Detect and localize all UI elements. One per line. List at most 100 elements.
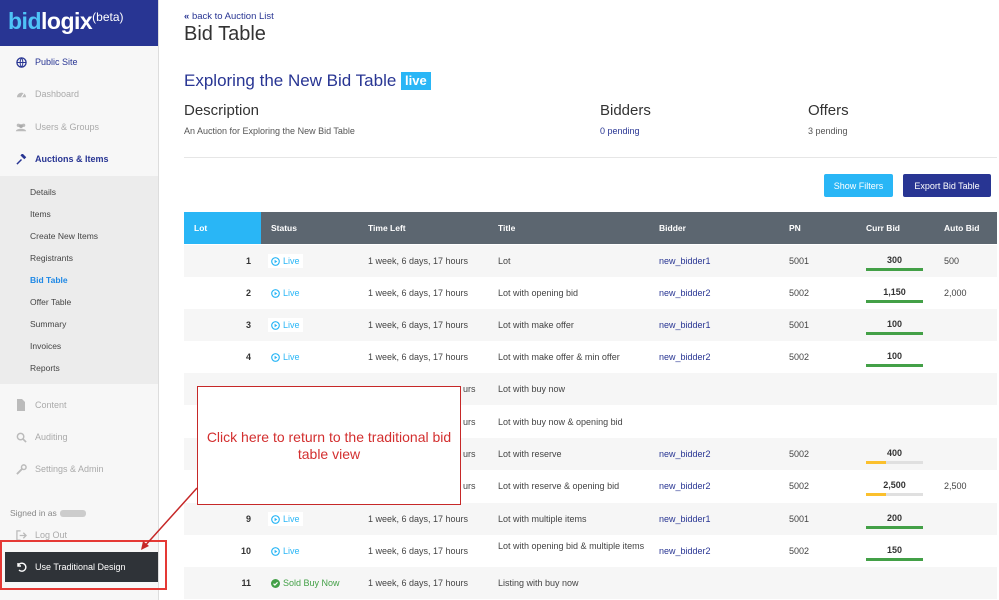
reserve-progress-fill [866, 526, 923, 529]
item-title: Lot with buy now [498, 384, 566, 394]
current-bid: 150 [886, 545, 903, 555]
callout-text: Click here to return to the traditional … [206, 428, 452, 462]
current-bid: 2,500 [883, 480, 906, 490]
sidebar-item-public-site[interactable]: Public Site [0, 51, 158, 73]
status-badge: Live [268, 286, 303, 300]
time-left: 1 week, 6 days, 17 hours [368, 546, 469, 556]
paddle-number: 5002 [789, 449, 810, 459]
page-title: Bid Table [184, 23, 266, 45]
back-to-auction-list-link[interactable]: « back to Auction List [184, 11, 274, 22]
table-row[interactable]: 9 Live 1 week, 6 days, 17 hours Lot with mu… [184, 503, 997, 535]
description-text: An Auction for Exploring the New Bid Tab… [184, 126, 355, 136]
column-header-title[interactable]: Title [498, 223, 515, 233]
sidebar-item-auditing[interactable]: Auditing [0, 426, 158, 448]
item-title: Lot with opening bid [498, 288, 579, 298]
status-text: Live [283, 288, 300, 298]
back-link-label: back to Auction List [191, 11, 274, 22]
submenu-invoices[interactable]: Invoices [30, 341, 61, 351]
current-bid: 300 [886, 255, 903, 265]
username-redacted [59, 510, 86, 518]
lot-number: 4 [245, 352, 251, 362]
time-left: 1 week, 6 days, 17 hours [368, 256, 469, 266]
time-left: 1 week, 6 days, 17 hours [368, 288, 469, 298]
play-circle-icon [271, 320, 280, 330]
sidebar-item-users-groups[interactable]: Users & Groups [0, 116, 158, 138]
reserve-progress-bar [866, 268, 923, 271]
reserve-progress-bar [866, 300, 923, 303]
search-icon [15, 431, 27, 443]
current-bid: 100 [886, 319, 903, 329]
bidder-link[interactable]: new_bidder2 [659, 449, 711, 459]
item-title: Listing with buy now [498, 578, 579, 588]
paddle-number: 5002 [789, 352, 810, 362]
bidder-link[interactable]: new_bidder1 [659, 514, 711, 524]
status-text: Sold Buy Now [283, 578, 340, 588]
reserve-progress-bar [866, 461, 923, 464]
check-circle-icon [271, 578, 280, 588]
bidder-link[interactable]: new_bidder2 [659, 288, 711, 298]
reserve-progress-fill [866, 558, 923, 561]
column-header-bidder[interactable]: Bidder [659, 223, 686, 233]
submenu-offer-table[interactable]: Offer Table [30, 297, 71, 307]
table-row[interactable]: 4 Live 1 week, 6 days, 17 hours Lot with ma… [184, 341, 997, 373]
export-bid-table-button[interactable]: Export Bid Table [903, 174, 991, 197]
sidebar-item-label: Users & Groups [35, 122, 100, 132]
column-header-time-left[interactable]: Time Left [368, 223, 406, 233]
bidder-link[interactable]: new_bidder2 [659, 352, 711, 362]
show-filters-button[interactable]: Show Filters [824, 174, 893, 197]
reserve-progress-bar [866, 526, 923, 529]
status-badge: Live [268, 544, 303, 558]
submenu-bid-table[interactable]: Bid Table [30, 275, 68, 285]
play-circle-icon [271, 288, 280, 298]
paddle-number: 5001 [789, 256, 810, 266]
column-header-status[interactable]: Status [271, 223, 297, 233]
current-bid: 200 [886, 513, 903, 523]
sidebar-item-settings-admin[interactable]: Settings & Admin [0, 458, 158, 480]
sidebar-item-auctions-items[interactable]: Auctions & Items [0, 148, 158, 170]
signed-in-label: Signed in as [10, 508, 86, 518]
bidders-heading: Bidders [600, 102, 651, 119]
submenu-create-new-items[interactable]: Create New Items [30, 231, 98, 241]
reserve-progress-bar [866, 493, 923, 496]
paddle-number: 5002 [789, 546, 810, 556]
submenu-items[interactable]: Items [30, 209, 51, 219]
auction-title: Exploring the New Bid Table [184, 71, 397, 90]
submenu-summary[interactable]: Summary [30, 319, 66, 329]
column-header-curr-bid[interactable]: Curr Bid [866, 223, 900, 233]
table-header: Lot Status Time Left Title Bidder PN Cur… [184, 212, 997, 244]
table-row[interactable]: 3 Live 1 week, 6 days, 17 hours Lot with ma… [184, 309, 997, 341]
submenu-details[interactable]: Details [30, 187, 56, 197]
column-header-auto-bid[interactable]: Auto Bid [944, 223, 979, 233]
bidder-link[interactable]: new_bidder1 [659, 320, 711, 330]
table-row[interactable]: 2 Live 1 week, 6 days, 17 hours Lot with op… [184, 277, 997, 309]
auctions-submenu: Details Items Create New Items Registran… [0, 176, 158, 384]
highlight-box [0, 540, 167, 590]
sidebar-item-content[interactable]: Content [0, 394, 158, 416]
item-title: Lot with make offer [498, 320, 574, 330]
table-row[interactable]: 1 Live 1 week, 6 days, 17 hours Lot new_bidd… [184, 245, 997, 277]
time-left: urs [463, 417, 476, 427]
table-row[interactable]: 10 Live 1 week, 6 days, 17 hours Lot with o… [184, 535, 997, 567]
status-text: Live [283, 256, 300, 266]
offers-heading: Offers [808, 102, 849, 119]
sidebar-item-label: Dashboard [35, 89, 80, 99]
bidder-link[interactable]: new_bidder2 [659, 481, 711, 491]
reserve-progress-fill [866, 300, 923, 303]
table-row[interactable]: 11 Sold Buy Now 1 week, 6 days, 17 hours Li… [184, 567, 997, 599]
column-header-lot[interactable]: Lot [194, 223, 207, 233]
double-chevron-left-icon: « [184, 11, 190, 22]
lot-number: 10 [240, 546, 251, 556]
time-left: urs [463, 384, 476, 394]
submenu-registrants[interactable]: Registrants [30, 253, 73, 263]
bidders-pending-link[interactable]: 0 pending [600, 126, 640, 136]
item-title: Lot [498, 256, 511, 266]
auto-bid: 500 [944, 256, 960, 266]
brand-logo[interactable]: bid logix (beta) [0, 0, 158, 46]
status-badge: Live [268, 318, 303, 332]
submenu-reports[interactable]: Reports [30, 363, 60, 373]
sidebar-item-label: Content [35, 400, 67, 410]
column-header-pn[interactable]: PN [789, 223, 801, 233]
bidder-link[interactable]: new_bidder1 [659, 256, 711, 266]
bidder-link[interactable]: new_bidder2 [659, 546, 711, 556]
sidebar-item-dashboard[interactable]: Dashboard [0, 83, 158, 105]
